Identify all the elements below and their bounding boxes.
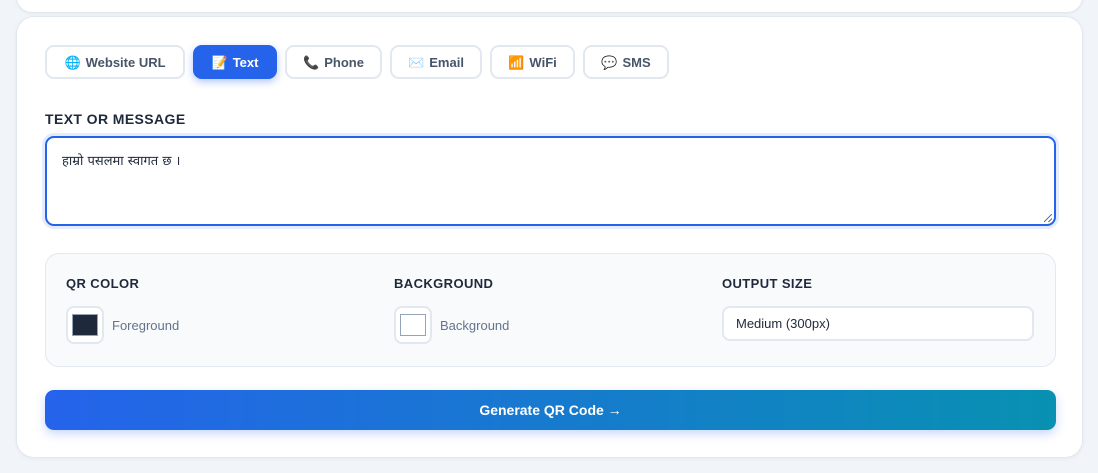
tab-email[interactable]: ✉️ Email bbox=[390, 45, 482, 79]
tab-label: Text bbox=[232, 54, 259, 70]
output-size-select[interactable]: Medium (300px) bbox=[722, 306, 1034, 341]
qr-options-panel: QR COLOR Foreground BACKGROUND Backgroun… bbox=[45, 253, 1056, 367]
signal-icon: 📶 bbox=[508, 54, 525, 70]
foreground-text: Foreground bbox=[112, 317, 180, 333]
phone-icon: 📞 bbox=[303, 54, 320, 70]
qr-color-label: QR COLOR bbox=[66, 276, 140, 291]
tab-label: Phone bbox=[324, 54, 364, 70]
resize-handle-icon[interactable] bbox=[1044, 214, 1052, 222]
tab-sms[interactable]: 💬 SMS bbox=[583, 45, 669, 79]
qr-color-option: QR COLOR Foreground bbox=[66, 276, 179, 344]
content-type-tabs: 🌐 Website URL 📝 Text 📞 Phone ✉️ Email 📶 … bbox=[45, 45, 669, 79]
output-size-label: OUTPUT SIZE bbox=[722, 276, 813, 291]
tab-label: WiFi bbox=[529, 54, 557, 70]
tab-label: Email bbox=[429, 54, 464, 70]
previous-card bbox=[16, 0, 1083, 13]
text-input-container: हाम्रो पसलमा स्वागत छ । bbox=[45, 136, 1056, 226]
background-option: BACKGROUND Background bbox=[394, 276, 509, 344]
tab-phone[interactable]: 📞 Phone bbox=[285, 45, 382, 79]
tab-label: Website URL bbox=[85, 54, 166, 70]
foreground-color-picker[interactable] bbox=[66, 306, 104, 344]
globe-icon: 🌐 bbox=[64, 54, 81, 70]
envelope-icon: ✉️ bbox=[408, 54, 425, 70]
qr-generator-card: 🌐 Website URL 📝 Text 📞 Phone ✉️ Email 📶 … bbox=[16, 16, 1083, 458]
background-color-picker[interactable] bbox=[394, 306, 432, 344]
memo-icon: 📝 bbox=[211, 54, 228, 70]
output-size-option: OUTPUT SIZE Medium (300px) bbox=[722, 276, 1034, 341]
foreground-color-swatch bbox=[72, 314, 98, 336]
text-message-input[interactable]: हाम्रो पसलमा स्वागत छ । bbox=[47, 138, 1054, 224]
speech-bubble-icon: 💬 bbox=[601, 54, 618, 70]
tab-wifi[interactable]: 📶 WiFi bbox=[490, 45, 575, 79]
background-label: BACKGROUND bbox=[394, 276, 494, 291]
generate-qr-button[interactable]: Generate QR Code → bbox=[45, 390, 1056, 430]
background-text: Background bbox=[440, 317, 510, 333]
tab-label: SMS bbox=[622, 54, 651, 70]
background-color-swatch bbox=[400, 314, 426, 336]
text-field-label: TEXT OR MESSAGE bbox=[45, 111, 186, 127]
tab-website-url[interactable]: 🌐 Website URL bbox=[45, 45, 185, 79]
tab-text[interactable]: 📝 Text bbox=[193, 45, 277, 79]
